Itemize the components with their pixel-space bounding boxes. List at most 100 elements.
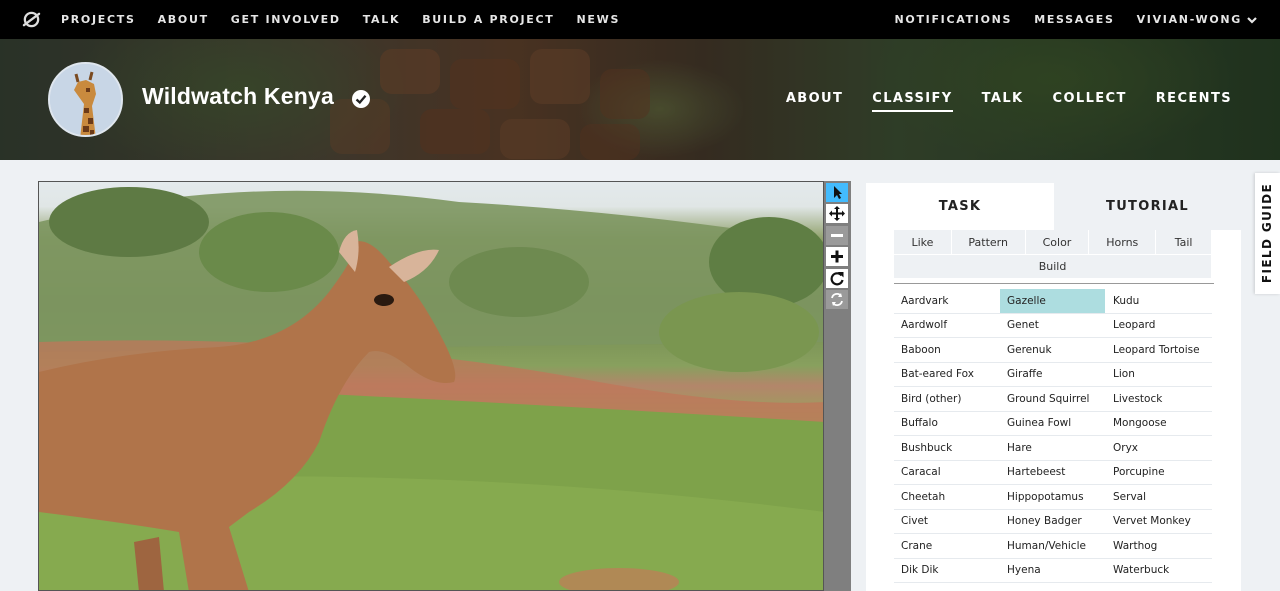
species-row: Cheetah Hippopotamus Serval xyxy=(894,485,1212,510)
zoom-in-icon xyxy=(831,250,843,263)
zoom-in-button[interactable] xyxy=(826,247,848,266)
species-choice[interactable]: Human/Vehicle xyxy=(1000,534,1105,558)
project-title: Wildwatch Kenya xyxy=(142,83,334,109)
species-filter-bar: Like Pattern Color Horns Tail Build xyxy=(894,230,1212,278)
species-choice[interactable]: Oryx xyxy=(1106,436,1211,460)
camera-trap-photo xyxy=(39,187,823,590)
species-choice[interactable]: Kudu xyxy=(1106,289,1211,313)
zooniverse-logo-icon[interactable] xyxy=(22,10,41,29)
species-choice[interactable]: Genet xyxy=(1000,314,1105,338)
nav-build-a-project[interactable]: BUILD A PROJECT xyxy=(422,13,554,26)
species-row: Dik Dik Hyena Waterbuck xyxy=(894,559,1212,583)
messages-link[interactable]: MESSAGES xyxy=(1034,13,1114,26)
species-choice[interactable]: Giraffe xyxy=(1000,363,1105,387)
species-choice[interactable]: Gazelle xyxy=(1000,289,1105,313)
species-row: Bushbuck Hare Oryx xyxy=(894,436,1212,461)
project-header: Wildwatch Kenya ABOUT CLASSIFY TALK COLL… xyxy=(0,39,1280,160)
task-panel: TASK TUTORIAL Like Pattern Color Horns T… xyxy=(866,183,1241,591)
species-row: Baboon Gerenuk Leopard Tortoise xyxy=(894,338,1212,363)
species-choice[interactable]: Hyena xyxy=(1000,559,1105,583)
species-row: Bird (other) Ground Squirrel Livestock xyxy=(894,387,1212,412)
notifications-link[interactable]: NOTIFICATIONS xyxy=(895,13,1013,26)
nav-about[interactable]: ABOUT xyxy=(158,13,209,26)
site-nav: PROJECTS ABOUT GET INVOLVED TALK BUILD A… xyxy=(61,0,642,39)
check-circle-icon xyxy=(352,90,370,108)
filter-color-button[interactable]: Color xyxy=(1025,230,1089,254)
species-choice[interactable]: Hartebeest xyxy=(1000,461,1105,485)
species-row: Crane Human/Vehicle Warthog xyxy=(894,534,1212,559)
species-choice[interactable]: Waterbuck xyxy=(1106,559,1211,583)
species-choice[interactable]: Mongoose xyxy=(1106,412,1211,436)
species-row: Buffalo Guinea Fowl Mongoose xyxy=(894,412,1212,436)
project-nav: ABOUT CLASSIFY TALK COLLECT RECENTS xyxy=(757,91,1232,112)
pointer-tool-button[interactable] xyxy=(826,183,848,202)
species-choice[interactable]: Lion xyxy=(1106,363,1211,387)
tab-tutorial[interactable]: TUTORIAL xyxy=(1054,183,1241,230)
divider xyxy=(894,283,1214,284)
species-choice[interactable]: Crane xyxy=(894,534,999,558)
species-choice[interactable]: Warthog xyxy=(1106,534,1211,558)
species-row: Aardvark Gazelle Kudu xyxy=(894,289,1212,314)
user-menu[interactable]: VIVIAN-WONG xyxy=(1137,13,1258,26)
account-nav: NOTIFICATIONS MESSAGES VIVIAN-WONG xyxy=(873,0,1258,39)
species-row: Caracal Hartebeest Porcupine xyxy=(894,461,1212,485)
subject-image[interactable] xyxy=(38,181,824,591)
species-choice[interactable]: Porcupine xyxy=(1106,461,1211,485)
project-nav-classify[interactable]: CLASSIFY xyxy=(872,91,953,112)
species-choice[interactable]: Aardwolf xyxy=(894,314,999,338)
chevron-down-icon xyxy=(1247,17,1257,24)
field-guide-label: FIELD GUIDE xyxy=(1260,182,1274,284)
species-row: Bat-eared Fox Giraffe Lion xyxy=(894,363,1212,387)
username: VIVIAN-WONG xyxy=(1136,13,1242,26)
species-choice[interactable]: Leopard Tortoise xyxy=(1106,338,1211,362)
species-choice[interactable]: Gerenuk xyxy=(1000,338,1105,362)
species-choice[interactable]: Dik Dik xyxy=(894,559,999,583)
move-tool-button[interactable] xyxy=(826,204,848,223)
field-guide-tab[interactable]: FIELD GUIDE xyxy=(1255,173,1280,294)
species-choice[interactable]: Bird (other) xyxy=(894,387,999,411)
species-choice[interactable]: Buffalo xyxy=(894,412,999,436)
species-choice[interactable]: Caracal xyxy=(894,461,999,485)
species-choice[interactable]: Baboon xyxy=(894,338,999,362)
nav-get-involved[interactable]: GET INVOLVED xyxy=(231,13,341,26)
nav-news[interactable]: NEWS xyxy=(576,13,620,26)
project-avatar[interactable] xyxy=(48,62,123,137)
nav-talk[interactable]: TALK xyxy=(363,13,401,26)
rotate-icon xyxy=(830,272,844,286)
species-choice[interactable]: Hare xyxy=(1000,436,1105,460)
pointer-icon xyxy=(834,186,842,199)
filter-pattern-button[interactable]: Pattern xyxy=(951,230,1025,254)
move-icon xyxy=(829,206,845,221)
project-nav-about[interactable]: ABOUT xyxy=(786,91,843,112)
species-choice[interactable]: Serval xyxy=(1106,485,1211,509)
species-choice[interactable]: Ground Squirrel xyxy=(1000,387,1105,411)
zoom-out-icon xyxy=(831,234,843,237)
species-choice[interactable]: Aardvark xyxy=(894,289,999,313)
species-choice[interactable]: Livestock xyxy=(1106,387,1211,411)
reset-icon xyxy=(831,293,843,306)
species-grid: Aardvark Gazelle Kudu Aardwolf Genet Leopard B… xyxy=(894,289,1212,583)
species-choice[interactable]: Honey Badger xyxy=(1000,510,1105,534)
species-row: Aardwolf Genet Leopard xyxy=(894,314,1212,338)
zoom-out-button[interactable] xyxy=(826,226,848,245)
species-choice[interactable]: Vervet Monkey xyxy=(1106,510,1211,534)
filter-horns-button[interactable]: Horns xyxy=(1089,230,1156,254)
reset-button[interactable] xyxy=(826,290,848,309)
site-header: PROJECTS ABOUT GET INVOLVED TALK BUILD A… xyxy=(0,0,1280,39)
species-choice[interactable]: Bat-eared Fox xyxy=(894,363,999,387)
project-nav-recents[interactable]: RECENTS xyxy=(1156,91,1232,112)
project-nav-collect[interactable]: COLLECT xyxy=(1053,91,1127,112)
rotate-button[interactable] xyxy=(826,269,848,288)
tab-task[interactable]: TASK xyxy=(866,183,1054,230)
filter-like-button[interactable]: Like xyxy=(894,230,951,254)
species-choice[interactable]: Guinea Fowl xyxy=(1000,412,1105,436)
species-choice[interactable]: Hippopotamus xyxy=(1000,485,1105,509)
nav-projects[interactable]: PROJECTS xyxy=(61,13,136,26)
filter-tail-button[interactable]: Tail xyxy=(1156,230,1211,254)
species-choice[interactable]: Leopard xyxy=(1106,314,1211,338)
species-choice[interactable]: Cheetah xyxy=(894,485,999,509)
project-nav-talk[interactable]: TALK xyxy=(982,91,1024,112)
filter-build-button[interactable]: Build xyxy=(894,255,1211,278)
species-choice[interactable]: Bushbuck xyxy=(894,436,999,460)
species-choice[interactable]: Civet xyxy=(894,510,999,534)
